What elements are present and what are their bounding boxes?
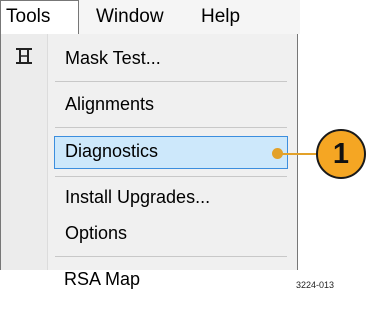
tools-dropdown-menu: Mask Test... Alignments Diagnostics Inst… [0,34,298,270]
callout-leader-line [278,153,318,155]
menu-item-rsa-map[interactable]: RSA Map [64,269,140,290]
menu-item-diagnostics[interactable]: Diagnostics [65,141,158,162]
callout-badge: 1 [316,129,366,179]
menu-item-options[interactable]: Options [65,223,127,244]
mask-test-icon [14,47,34,70]
menu-bar: Tools Window Help [0,0,300,36]
menu-item-mask-test[interactable]: Mask Test... [65,48,161,69]
menu-icon-column [1,34,48,270]
menu-item-install-upgrades[interactable]: Install Upgrades... [65,187,210,208]
menu-separator [55,81,287,82]
menu-help[interactable]: Help [201,6,240,28]
menu-separator [55,176,287,177]
menu-window[interactable]: Window [96,6,164,28]
callout-anchor-dot [272,148,283,159]
menu-tools[interactable]: Tools [6,6,50,28]
figure-id: 3224-013 [296,280,335,290]
menu-separator [55,127,287,128]
menu-item-alignments[interactable]: Alignments [65,94,154,115]
menu-separator [55,256,287,257]
